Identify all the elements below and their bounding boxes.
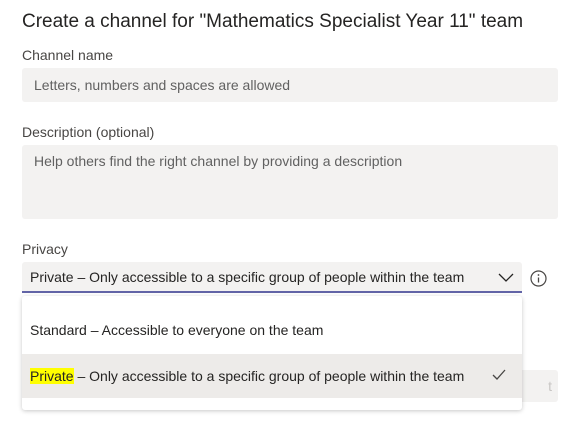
channel-name-label: Channel name [22, 47, 114, 63]
description-label: Description (optional) [22, 124, 155, 140]
info-icon[interactable] [530, 270, 547, 287]
chevron-down-icon[interactable] [498, 271, 514, 283]
privacy-option-private[interactable]: Private – Only accessible to a specific … [22, 354, 522, 398]
privacy-dropdown[interactable]: Private – Only accessible to a specific … [22, 262, 522, 293]
privacy-options-menu: Standard – Accessible to everyone on the… [22, 296, 522, 410]
dialog-title: Create a channel for "Mathematics Specia… [22, 11, 524, 32]
obscured-button-label: t [548, 378, 552, 394]
privacy-selected-value: Private – Only accessible to a specific … [30, 269, 465, 285]
channel-name-input[interactable]: Letters, numbers and spaces are allowed [22, 68, 558, 102]
privacy-label: Privacy [22, 241, 68, 257]
privacy-option-standard[interactable]: Standard – Accessible to everyone on the… [22, 308, 522, 352]
highlighted-text: Private [30, 368, 74, 384]
description-input[interactable]: Help others find the right channel by pr… [22, 145, 558, 219]
checkmark-icon [492, 369, 506, 380]
privacy-option-private-rest: – Only accessible to a specific group of… [73, 368, 465, 384]
